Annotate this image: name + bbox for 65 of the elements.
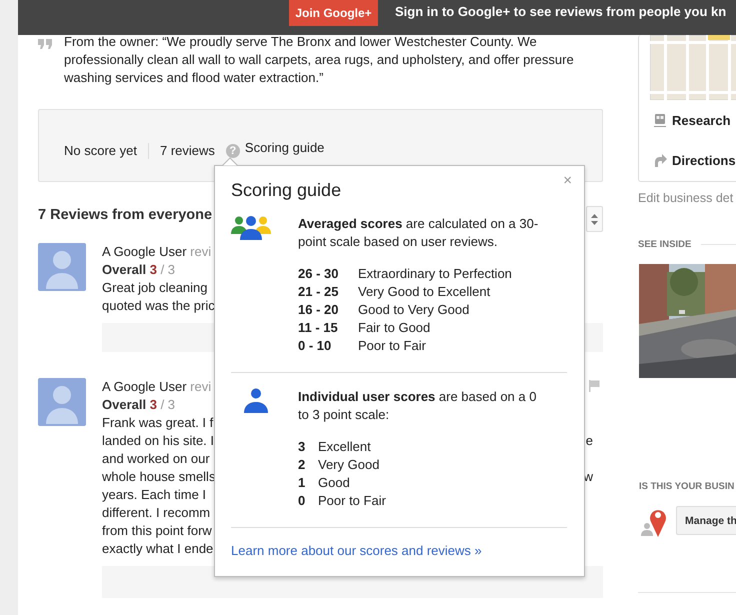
score-meaning: Extraordinary to Perfection <box>358 265 512 283</box>
review-text-line: landed on his site. I <box>102 432 214 450</box>
join-button[interactable]: Join Google+ <box>289 0 378 26</box>
review-meta: revi <box>190 379 212 394</box>
score-max: / 3 <box>160 397 176 412</box>
person-icon <box>243 388 269 413</box>
review-text-line: Frank was great. I f <box>102 414 214 432</box>
overall-score: 3 <box>150 397 157 412</box>
overall-label: Overall <box>102 397 146 412</box>
learn-more-link[interactable]: Learn more about our scores and reviews » <box>231 543 482 558</box>
group-icon <box>231 215 271 240</box>
score-range: 11 - 15 <box>298 319 339 337</box>
scale-description: Individual user scores are based on a 0 to 3 point scale: <box>298 388 538 424</box>
avatar <box>38 378 86 426</box>
score-meaning: Very Good to Excellent <box>358 283 490 301</box>
popover-title: Scoring guide <box>231 179 342 201</box>
scoring-guide-link[interactable]: Scoring guide <box>244 140 324 155</box>
review-text-line: quoted was the pric <box>102 297 215 315</box>
score-max: / 3 <box>160 262 176 277</box>
review-text-line: from this point forw <box>102 522 212 540</box>
reviews-heading: 7 Reviews from everyone <box>38 206 212 225</box>
score-range: 3 <box>298 438 306 456</box>
action-link[interactable]: Directions <box>650 140 736 180</box>
overall-score: 3 <box>150 262 157 277</box>
score-text: No score yet <box>64 143 137 158</box>
review-meta: revi <box>190 244 212 259</box>
avatar <box>38 243 86 291</box>
sort-dropdown[interactable] <box>586 206 603 232</box>
section-heading: IS THIS YOUR BUSIN <box>639 481 736 492</box>
score-meaning: Good to Very Good <box>358 301 470 319</box>
edit-business-link[interactable]: Edit business det <box>638 190 736 206</box>
review-text-line: whole house smells <box>102 468 216 486</box>
quote-icon <box>38 39 52 49</box>
score-meaning: Very Good <box>318 456 380 474</box>
updown-arrows-icon <box>591 214 598 224</box>
score-range: 1 <box>298 474 306 492</box>
review-count: 7 reviews <box>160 143 215 158</box>
section-heading: SEE INSIDE <box>638 239 692 250</box>
score-meaning: Poor to Fair <box>318 492 386 510</box>
review-text-line: Great job cleaning <box>102 279 208 297</box>
tram-icon <box>653 113 667 127</box>
review-text-line: exactly what I ende <box>102 540 214 558</box>
score-range: 2 <box>298 456 306 474</box>
manage-button[interactable]: Manage th <box>676 506 736 535</box>
score-range: 0 <box>298 492 306 510</box>
review-text-line: and worked on our <box>102 450 210 468</box>
scale-description: Averaged scores are calculated on a 30-point scale based on user reviews. <box>298 215 540 251</box>
score-meaning: Fair to Good <box>358 319 430 337</box>
author-name[interactable]: A Google User <box>102 379 187 394</box>
author-name[interactable]: A Google User <box>102 244 187 259</box>
overall-label: Overall <box>102 262 146 277</box>
owner-quote: From the owner: “We proudly serve The Bronx and lower Westchester County. We professionally clean all wall to wall carpets, area rugs, and upholstery, and offer pressure washing services and flood water extraction.” <box>64 33 575 87</box>
score-range: 16 - 20 <box>298 301 340 319</box>
action-link[interactable]: Research <box>650 100 736 140</box>
turn-arrow-icon <box>653 153 667 167</box>
score-meaning: Excellent <box>318 438 371 456</box>
review-text-line: years. Each time I <box>102 486 206 504</box>
score-meaning: Good <box>318 474 350 492</box>
score-range: 0 - 10 <box>298 337 332 355</box>
score-range: 21 - 25 <box>298 283 340 301</box>
review-text-fragment: e <box>586 432 593 450</box>
sign-in-message: Sign in to Google+ to see reviews from people you kn <box>395 3 726 21</box>
review-text-line: different. I recomm <box>102 504 210 522</box>
score-range: 26 - 30 <box>298 265 340 283</box>
score-meaning: Poor to Fair <box>358 337 426 355</box>
